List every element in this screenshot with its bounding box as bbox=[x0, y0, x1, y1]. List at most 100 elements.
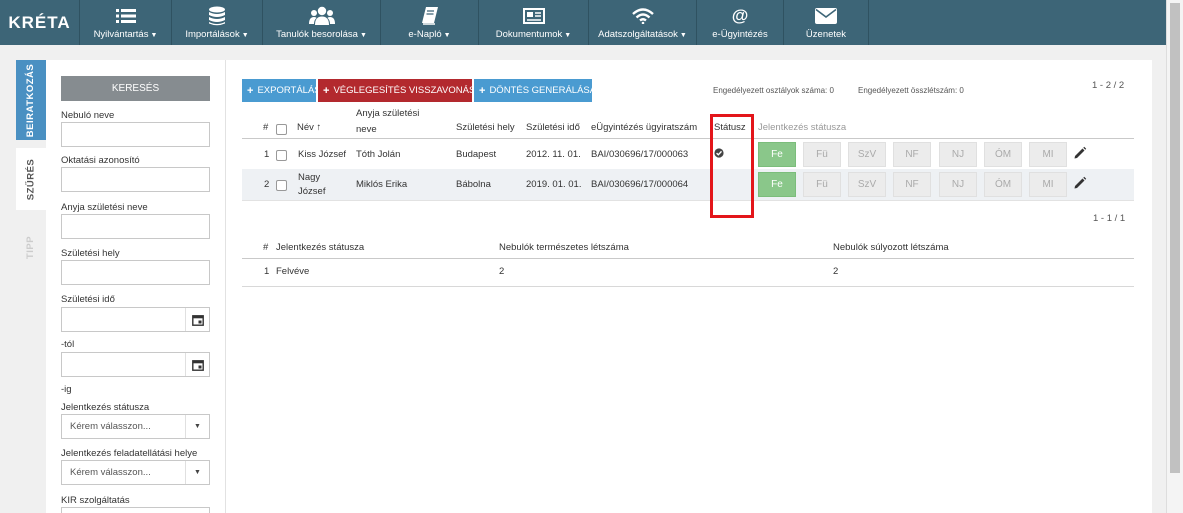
caret-down-icon: ▼ bbox=[241, 31, 249, 39]
nav-label: Üzenetek bbox=[805, 28, 847, 40]
calendar-icon[interactable] bbox=[185, 308, 209, 331]
row2-status-fu-button[interactable]: Fü bbox=[803, 172, 841, 197]
row1-status-nj-button[interactable]: NJ bbox=[939, 142, 977, 167]
row2-status-fe-button[interactable]: Fe bbox=[758, 172, 796, 197]
row1-status-szv-button[interactable]: SzV bbox=[848, 142, 886, 167]
page-scrollbar[interactable] bbox=[1166, 0, 1183, 513]
summary-row-termeszetes: 2 bbox=[499, 266, 505, 277]
nav-e-naplo[interactable]: e-Napló ▼ bbox=[381, 0, 479, 45]
kreta-logo[interactable]: KRÉTA bbox=[0, 0, 80, 45]
col-anyja[interactable]: Anyja születési neve bbox=[356, 108, 419, 136]
nav-label: Importálások bbox=[185, 28, 240, 40]
summary-col-sulyozott: Nebulók súlyozott létszáma bbox=[833, 242, 949, 253]
row2-status-nf-button[interactable]: NF bbox=[893, 172, 931, 197]
export-button[interactable]: + EXPORTÁLÁS bbox=[242, 79, 321, 102]
database-icon bbox=[209, 6, 225, 26]
at-icon: @ bbox=[731, 5, 749, 25]
row2-anyja: Miklós Erika bbox=[356, 179, 408, 190]
caret-down-icon: ▼ bbox=[443, 31, 451, 39]
jelentkezes-statusza-select[interactable]: Kérem válasszon... ▼ bbox=[61, 414, 210, 439]
divider bbox=[242, 200, 1134, 201]
row2-checkbox[interactable] bbox=[276, 180, 287, 191]
scrollbar-thumb[interactable] bbox=[1170, 3, 1180, 473]
row1-checkbox[interactable] bbox=[276, 150, 287, 161]
row1-status-fe-button[interactable]: Fe bbox=[758, 142, 796, 167]
row2-status-om-button[interactable]: ÓM bbox=[984, 172, 1022, 197]
nav-nyilvantartas[interactable]: Nyilvántartás ▼ bbox=[80, 0, 172, 45]
row2-edit-pencil-icon[interactable] bbox=[1073, 176, 1087, 194]
select-all-checkbox[interactable] bbox=[276, 124, 287, 135]
nav-e-ugyintezes[interactable]: @ e-Ügyintézés bbox=[697, 0, 784, 45]
row2-status-nj-button[interactable]: NJ bbox=[939, 172, 977, 197]
szuletesi-ido-tol-input[interactable] bbox=[61, 307, 210, 332]
pager-top: 1 - 2 / 2 bbox=[1092, 80, 1125, 91]
summary-col-num: # bbox=[263, 242, 269, 253]
oktatasi-azonosito-input[interactable] bbox=[61, 167, 210, 192]
row1-edit-pencil-icon[interactable] bbox=[1073, 146, 1087, 164]
tab-tipp[interactable]: TIPP bbox=[16, 218, 46, 276]
row1-num: 1 bbox=[264, 149, 270, 160]
row2-nev-line2: József bbox=[298, 186, 326, 197]
summary-col-termeszetes: Nebulók természetes létszáma bbox=[499, 242, 629, 253]
szuletesi-ido-ig-input[interactable] bbox=[61, 352, 210, 377]
wifi-icon bbox=[631, 6, 654, 26]
row1-nev: Kiss József bbox=[298, 149, 347, 160]
label-anyja-szuletesi-neve: Anyja születési neve bbox=[61, 202, 148, 213]
search-button[interactable]: KERESÉS bbox=[61, 76, 210, 101]
col-szuletesi-ido[interactable]: Születési idő bbox=[526, 122, 580, 134]
anyja-szuletesi-neve-input[interactable] bbox=[61, 214, 210, 239]
row1-status-om-button[interactable]: ÓM bbox=[984, 142, 1022, 167]
szuletesi-hely-input[interactable] bbox=[61, 260, 210, 285]
col-ugyiratszam[interactable]: eÜgyintézés ügyiratszám bbox=[591, 122, 697, 134]
row1-status-fu-button[interactable]: Fü bbox=[803, 142, 841, 167]
label-tol: -tól bbox=[61, 339, 75, 350]
highlight-box bbox=[710, 114, 754, 218]
row2-status-mi-button[interactable]: MI bbox=[1029, 172, 1067, 197]
tab-beiratkozas[interactable]: BEIRATKOZÁS bbox=[16, 60, 46, 140]
divider bbox=[242, 286, 1134, 287]
tab-label: BEIRATKOZÁS bbox=[25, 63, 37, 137]
caret-down-icon: ▼ bbox=[359, 31, 367, 39]
col-label: Név bbox=[297, 122, 314, 133]
nav-uzenetek[interactable]: Üzenetek bbox=[784, 0, 869, 45]
row1-status-mi-button[interactable]: MI bbox=[1029, 142, 1067, 167]
users-icon bbox=[308, 6, 335, 26]
row1-status-nf-button[interactable]: NF bbox=[893, 142, 931, 167]
button-label: DÖNTÉS GENERÁLÁSA bbox=[489, 85, 597, 96]
label-szuletesi-hely: Születési hely bbox=[61, 248, 120, 259]
nav-label: e-Napló bbox=[408, 28, 442, 40]
nav-adatszolgaltatasok[interactable]: Adatszolgáltatások ▼ bbox=[589, 0, 697, 45]
label-oktatasi-azonosito: Oktatási azonosító bbox=[61, 155, 140, 166]
plus-icon: + bbox=[479, 84, 486, 97]
row2-status-szv-button[interactable]: SzV bbox=[848, 172, 886, 197]
row2-nev: Nagy József bbox=[298, 172, 325, 198]
nebulo-neve-input[interactable] bbox=[61, 122, 210, 147]
col-label: neve bbox=[356, 124, 377, 135]
col-szuletesi-hely[interactable]: Születési hely bbox=[456, 122, 515, 134]
col-nev[interactable]: Név ↑ bbox=[297, 122, 321, 134]
col-jelentkezes-statusza: Jelentkezés státusza bbox=[758, 122, 847, 133]
list-icon bbox=[115, 6, 136, 26]
feladatellatasi-hely-select[interactable]: Kérem válasszon... ▼ bbox=[61, 460, 210, 485]
caret-down-icon: ▼ bbox=[679, 31, 687, 39]
calendar-icon[interactable] bbox=[185, 353, 209, 376]
kir-szolgaltatas-select[interactable] bbox=[61, 507, 210, 513]
button-label: VÉGLEGESÍTÉS VISSZAVONÁSA bbox=[333, 85, 482, 96]
button-label: EXPORTÁLÁS bbox=[257, 85, 321, 96]
label-kir-szolgaltatas: KIR szolgáltatás bbox=[61, 495, 130, 506]
veglegesites-visszavonasa-button[interactable]: + VÉGLEGESÍTÉS VISSZAVONÁSA bbox=[318, 79, 482, 102]
engedelyezett-osztalyok: Engedélyezett osztályok száma: 0 bbox=[713, 86, 834, 95]
nav-dokumentumok[interactable]: Dokumentumok ▼ bbox=[479, 0, 589, 45]
row1-hely: Budapest bbox=[456, 149, 497, 160]
nav-importalasok[interactable]: Importálások ▼ bbox=[172, 0, 263, 45]
nav-label: Dokumentumok bbox=[495, 28, 563, 40]
select-value: Kérem válasszon... bbox=[70, 421, 151, 432]
tab-szures[interactable]: SZŰRÉS bbox=[16, 148, 46, 210]
dontes-generalasa-button[interactable]: + DÖNTÉS GENERÁLÁSA bbox=[474, 79, 596, 102]
tab-label: SZŰRÉS bbox=[25, 158, 37, 200]
tab-label: TIPP bbox=[25, 235, 37, 259]
nav-tanulok-besorolasa[interactable]: Tanulók besorolása ▼ bbox=[263, 0, 381, 45]
envelope-icon bbox=[815, 6, 837, 26]
summary-row-sulyozott: 2 bbox=[833, 266, 839, 277]
nav-label: Tanulók besorolása bbox=[276, 28, 358, 40]
